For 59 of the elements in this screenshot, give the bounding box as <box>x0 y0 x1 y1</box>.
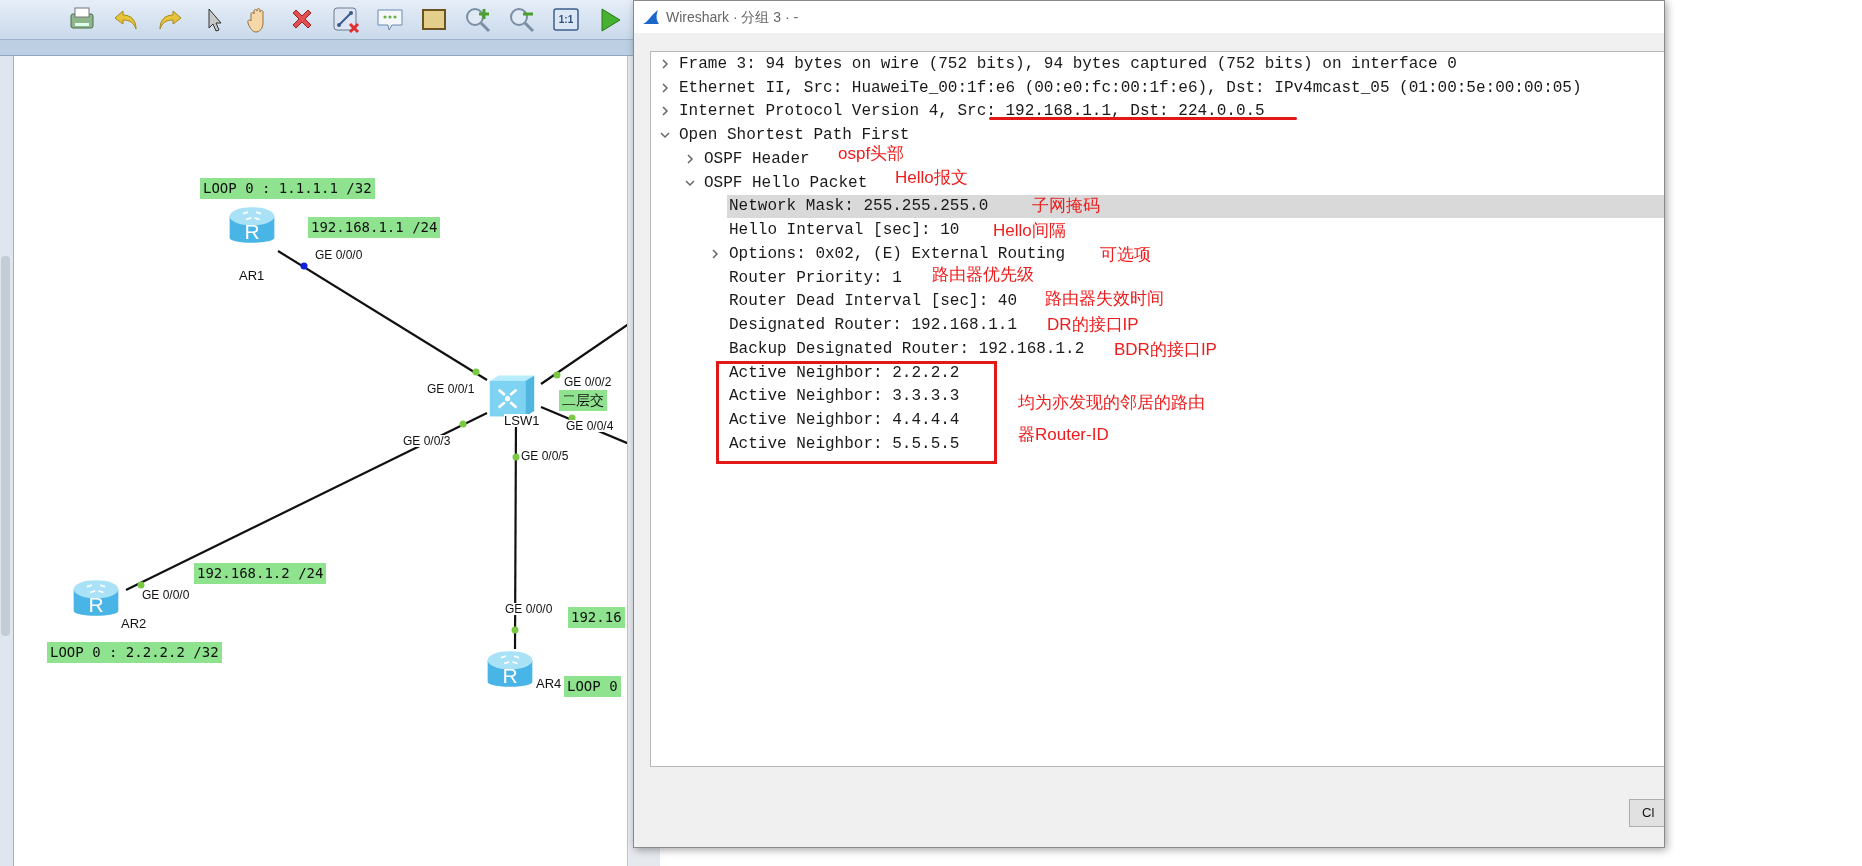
tree-item[interactable]: Hello Interval [sec]: 10 <box>727 220 960 241</box>
device-name: AR4 <box>536 677 562 690</box>
port-dot <box>459 420 467 428</box>
tree-item[interactable]: Backup Designated Router: 192.168.1.2 <box>727 338 1085 359</box>
address-label: 二层交 <box>559 390 607 411</box>
annotation-text: Hello报文 <box>895 169 968 186</box>
address-label: 192.168.1.2 /24 <box>194 563 327 584</box>
port-label: GE 0/0/5 <box>521 450 569 462</box>
port-label: GE 0/0/0 <box>315 249 363 261</box>
port-dot <box>511 626 519 634</box>
port-label: GE 0/0/4 <box>566 420 614 432</box>
annotation-text: 器Router-ID <box>1018 426 1109 443</box>
port-label: GE 0/0/3 <box>403 435 451 447</box>
tree-item[interactable]: Internet Protocol Version 4, Src: 192.168.1.1, Dst: 224.0.0.5 <box>677 101 1265 122</box>
shark-fin-icon <box>642 9 660 25</box>
tree-item[interactable]: Active Neighbor: 3.3.3.3 <box>727 386 960 407</box>
annotation-text: DR的接口IP <box>1047 316 1139 333</box>
port-label: GE 0/0/1 <box>427 383 475 395</box>
port-label: GE 0/0/2 <box>564 376 612 388</box>
tree-item[interactable]: Active Neighbor: 5.5.5.5 <box>727 433 960 454</box>
port-label: GE 0/0/0 <box>505 603 553 615</box>
tree-item[interactable]: Open Shortest Path First <box>677 125 910 146</box>
annotation-text: 路由器优先级 <box>932 266 1034 283</box>
address-label: LOOP 0 : 1.1.1.1 /32 <box>200 178 375 199</box>
tree-item[interactable]: Designated Router: 192.168.1.1 <box>727 315 1018 336</box>
tree-item[interactable]: Options: 0x02, (E) External Routing <box>727 243 1066 264</box>
port-dot <box>512 453 520 461</box>
window-title: Wireshark · 分组 3 · - <box>666 7 799 27</box>
port-dot <box>137 581 145 589</box>
tree-item[interactable]: OSPF Hello Packet <box>702 172 868 193</box>
annotation-text: ospf头部 <box>838 145 905 162</box>
device-name: AR1 <box>239 269 265 282</box>
tree-item[interactable]: Active Neighbor: 2.2.2.2 <box>727 362 960 383</box>
dialog-button[interactable]: Cl <box>1629 799 1664 827</box>
annotation-text: 路由器失效时间 <box>1045 290 1164 307</box>
port-dot <box>300 262 308 270</box>
port-dot <box>553 371 561 379</box>
address-label: 192.16 <box>568 607 625 628</box>
tree-item[interactable]: Frame 3: 94 bytes on wire (752 bits), 94 bytes captured (752 bits) on interface 0 <box>677 53 1457 74</box>
device-name: AR2 <box>121 617 147 630</box>
port-dot <box>472 368 480 376</box>
annotation-text: 均为亦发现的邻居的路由 <box>1018 394 1205 411</box>
link-delete-icon[interactable] <box>330 4 362 35</box>
tree-item[interactable]: Router Dead Interval [sec]: 40 <box>727 291 1018 312</box>
address-label: LOOP 0 : 2.2.2.2 /32 <box>47 642 222 663</box>
tree-item[interactable]: OSPF Header <box>702 148 810 169</box>
annotation-text: Hello间隔 <box>993 222 1066 239</box>
annotation-text: BDR的接口IP <box>1114 341 1217 358</box>
address-label: LOOP 0 <box>564 676 621 697</box>
scrollbar-thumb[interactable] <box>1 256 10 636</box>
tree-item[interactable]: Ethernet II, Src: HuaweiTe_00:1f:e6 (00:e0:fc:00:1f:e6), Dst: IPv4mcast_05 (01:00:5e:00:00:05) <box>677 77 1582 98</box>
port-label: GE 0/0/0 <box>142 589 190 601</box>
tree-item[interactable]: Network Mask: 255.255.255.0 <box>727 196 989 217</box>
tree-item[interactable]: Active Neighbor: 4.4.4.4 <box>727 410 960 431</box>
annotation-text: 子网掩码 <box>1032 197 1100 214</box>
annotation-text: 可选项 <box>1100 246 1151 263</box>
address-label: 192.168.1.1 /24 <box>308 217 441 238</box>
device-name: LSW1 <box>504 414 540 427</box>
tree-item[interactable]: Router Priority: 1 <box>727 267 902 288</box>
